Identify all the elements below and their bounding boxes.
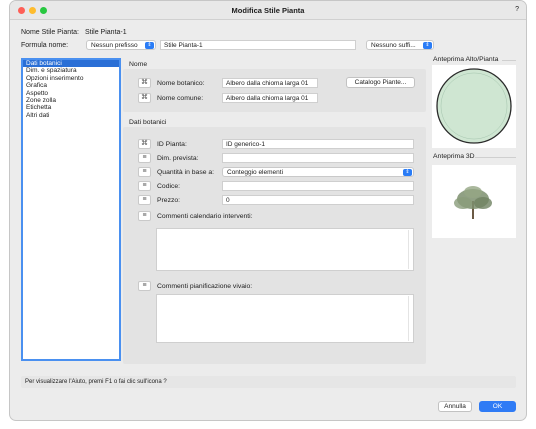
style-name-label: Nome Stile Pianta: [21,29,79,36]
sidebar-item-dati-botanici[interactable]: Dati botanici [23,60,119,68]
common-name-field[interactable]: Albero dalla chioma larga 01 [222,93,318,103]
expected-size-label: Dim. prevista: [157,155,199,162]
cycle-icon[interactable]: ⌘ [138,93,151,103]
prefix-popup[interactable]: Nessun prefisso ⇕ [86,40,156,50]
sliders-icon[interactable]: ≡ [138,281,151,291]
botanical-name-field[interactable]: Albero dalla chioma larga 01 [222,78,318,88]
divider [502,60,516,61]
title-bar: Modifica Stile Pianta ? [10,1,526,20]
chevron-updown-icon: ⇕ [145,42,154,49]
sliders-icon[interactable]: ≡ [138,211,151,221]
suffix-popup[interactable]: Nessuno suffi... ⇕ [366,40,434,50]
suffix-popup-value: Nessuno suffi... [371,42,416,49]
cycle-icon[interactable]: ⌘ [138,78,151,88]
sidebar-item-aspetto[interactable]: Aspetto [23,90,119,97]
category-list[interactable]: Dati botanici Dim. e spaziatura Opzioni … [21,58,121,361]
quantity-based-on-value: Conteggio elementi [227,169,284,176]
sliders-icon[interactable]: ≡ [138,181,151,191]
tree-canopy-plan-image [436,68,512,144]
dialog-window: Modifica Stile Pianta ? Nome Stile Piant… [9,0,527,421]
chevron-updown-icon: ⇕ [403,169,412,176]
top-plan-preview-label: Anteprima Alto/Pianta [433,56,499,63]
price-label: Prezzo: [157,197,181,204]
sliders-icon[interactable]: ≡ [138,153,151,163]
sidebar-item-altri-dati[interactable]: Altri dati [23,112,119,119]
code-field[interactable] [222,181,414,191]
plant-id-label: ID Pianta: [157,141,187,148]
scrollbar[interactable] [408,296,412,341]
code-label: Codice: [157,183,181,190]
expected-size-field[interactable] [222,153,414,163]
formula-name-field[interactable]: Stile Pianta-1 [160,40,356,50]
help-icon[interactable]: ? [515,6,519,13]
ok-button[interactable]: OK [479,401,516,412]
botanical-section-heading: Dati botanici [129,119,167,126]
common-name-label: Nome comune: [157,95,204,102]
calendar-comments-label: Commenti calendario interventi: [157,213,253,220]
sidebar-item-grafica[interactable]: Grafica [23,82,119,89]
divider [475,157,516,158]
chevron-updown-icon: ⇕ [423,42,432,49]
plant-id-field[interactable]: ID generico-1 [222,139,414,149]
sidebar-item-etichetta[interactable]: Etichetta [23,104,119,111]
cycle-icon[interactable]: ⌘ [138,139,151,149]
nursery-comments-textarea[interactable] [156,294,414,343]
sliders-icon[interactable]: ≡ [138,167,151,177]
top-plan-preview [432,65,516,148]
quantity-based-on-popup[interactable]: Conteggio elementi ⇕ [222,167,414,177]
window-title: Modifica Stile Pianta [231,6,305,15]
style-name-value: Stile Pianta-1 [85,29,127,36]
cancel-button[interactable]: Annulla [438,401,472,412]
tree-3d-image [454,186,492,219]
nome-panel [123,69,426,112]
sliders-icon[interactable]: ≡ [138,195,151,205]
preview-3d [432,165,516,238]
calendar-comments-textarea[interactable] [156,228,414,271]
sidebar-item-dim-spaziatura[interactable]: Dim. e spaziatura [23,67,119,74]
price-field[interactable]: 0 [222,195,414,205]
nome-section-heading: Nome [129,61,148,68]
nursery-comments-label: Commenti pianificazione vivaio: [157,283,253,290]
plant-catalog-button[interactable]: Catalogo Piante... [346,77,415,88]
scrollbar[interactable] [408,230,412,269]
sidebar-item-zone-zolla[interactable]: Zone zolla [23,97,119,104]
preview-3d-label: Anteprima 3D [433,153,475,160]
quantity-based-on-label: Quantità in base a: [157,169,215,176]
botanical-name-label: Nome botanico: [157,80,205,87]
sidebar-item-opzioni-inserimento[interactable]: Opzioni inserimento [23,75,119,82]
formula-name-label: Formula nome: [21,42,69,49]
prefix-popup-value: Nessun prefisso [91,42,138,49]
help-hint-bar: Per visualizzare l'Aiuto, premi F1 o fai… [21,376,516,388]
